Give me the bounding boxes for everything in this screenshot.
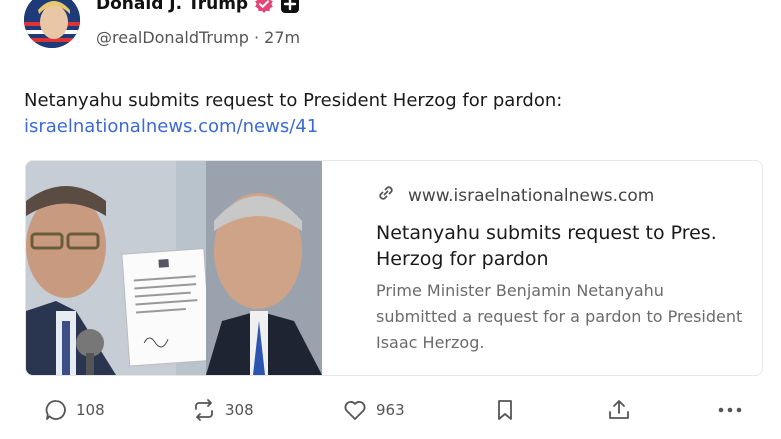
reply-button[interactable]: 108 bbox=[44, 398, 105, 422]
like-count: 963 bbox=[376, 401, 405, 419]
author-name-row: Donald J. Trump bbox=[96, 0, 300, 14]
post-text: Netanyahu submits request to President H… bbox=[24, 90, 563, 111]
repost-icon bbox=[191, 398, 217, 422]
avatar[interactable] bbox=[24, 0, 80, 48]
link-preview-card[interactable]: www.israelnationalnews.com Netanyahu sub… bbox=[25, 160, 763, 376]
share-icon bbox=[606, 398, 632, 422]
link-card-title[interactable]: Netanyahu submits request to Pres. Herzo… bbox=[376, 220, 746, 272]
author-handle[interactable]: @realDonaldTrump bbox=[96, 28, 249, 47]
link-domain-row: www.israelnationalnews.com bbox=[376, 183, 746, 208]
post-link[interactable]: israelnationalnews.com/news/41 bbox=[24, 116, 318, 137]
link-card-description: Prime Minister Benjamin Netanyahu submit… bbox=[376, 281, 743, 352]
post-timestamp[interactable]: 27m bbox=[264, 28, 300, 47]
link-domain: www.israelnationalnews.com bbox=[408, 185, 655, 206]
action-bar: 108 308 963 bbox=[0, 398, 781, 434]
reply-icon bbox=[44, 398, 68, 422]
repost-button[interactable]: 308 bbox=[191, 398, 254, 422]
reply-count: 108 bbox=[76, 401, 105, 419]
author-display-name[interactable]: Donald J. Trump bbox=[96, 0, 248, 14]
like-button[interactable]: 963 bbox=[342, 398, 405, 422]
link-preview-body: www.israelnationalnews.com Netanyahu sub… bbox=[376, 183, 746, 356]
repost-count: 308 bbox=[225, 401, 254, 419]
verified-badge-icon bbox=[254, 0, 274, 14]
share-button[interactable] bbox=[606, 398, 632, 422]
bookmark-button[interactable] bbox=[495, 398, 515, 422]
link-icon bbox=[376, 183, 396, 208]
plus-badge-icon bbox=[280, 0, 300, 14]
link-preview-image bbox=[26, 161, 322, 375]
bookmark-icon bbox=[495, 398, 515, 422]
more-options-button[interactable] bbox=[716, 398, 744, 422]
more-icon bbox=[716, 398, 744, 422]
author-meta: @realDonaldTrump · 27m bbox=[96, 28, 300, 47]
like-icon bbox=[342, 398, 368, 422]
meta-separator: · bbox=[253, 28, 260, 47]
